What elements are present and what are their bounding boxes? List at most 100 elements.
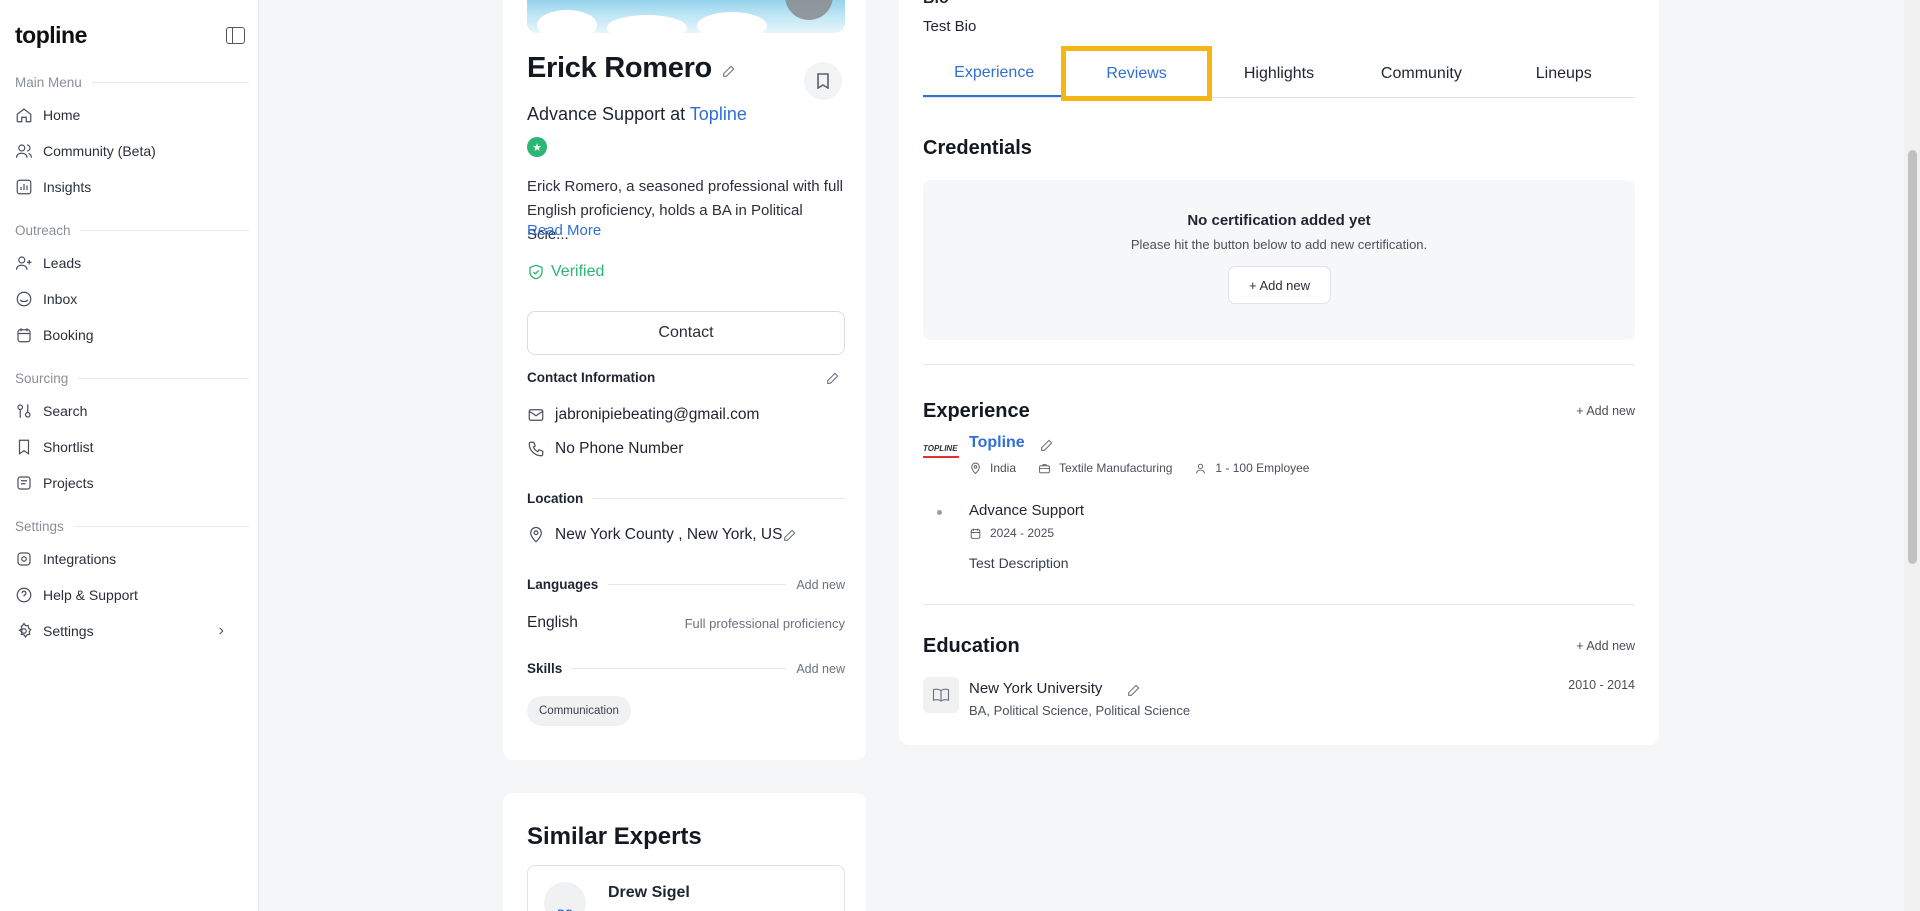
edit-contact-icon[interactable] [825, 370, 841, 386]
shield-check-icon [529, 264, 543, 280]
education-title: Education [923, 635, 1020, 657]
home-icon [15, 106, 33, 124]
integrations-icon [15, 550, 33, 568]
credentials-empty-state: No certification added yet Please hit th… [923, 180, 1635, 340]
add-skill-link[interactable]: Add new [796, 662, 845, 676]
sidebar: topline Main Menu Home Community (Beta) … [0, 0, 259, 911]
verified-status: Verified [527, 263, 604, 281]
divider [923, 604, 1635, 605]
sidebar-item-leads[interactable]: Leads [15, 248, 249, 278]
add-certification-button[interactable]: + Add new [1228, 266, 1331, 304]
briefcase-icon [1039, 463, 1050, 473]
experience-title: Experience [923, 400, 1030, 422]
calendar-icon [970, 528, 981, 539]
folder-icon [15, 474, 33, 492]
sidebar-item-home[interactable]: Home [15, 100, 249, 130]
help-icon [15, 586, 33, 604]
users-icon [15, 142, 33, 160]
play-video-icon[interactable] [785, 0, 833, 20]
section-sourcing: Sourcing [15, 371, 249, 386]
add-education-link[interactable]: + Add new [1576, 639, 1635, 653]
chart-icon [15, 178, 33, 196]
language-row: English Full professional proficiency [527, 614, 845, 631]
email-row: jabronipiebeating@gmail.com [527, 406, 759, 424]
employees-icon [1196, 463, 1206, 473]
mail-icon [528, 409, 544, 421]
sliders-icon [15, 402, 33, 420]
sidebar-item-shortlist[interactable]: Shortlist [15, 432, 249, 462]
edit-location-icon[interactable] [782, 527, 798, 543]
job-dates: 2024 - 2025 [969, 526, 1054, 540]
experience-company[interactable]: Topline [969, 434, 1025, 452]
similar-expert-item[interactable]: DS Drew Sigel [527, 865, 845, 911]
tab-highlights[interactable]: Highlights [1208, 50, 1350, 97]
inbox-icon [15, 290, 33, 308]
languages-heading: Languages Add new [527, 577, 845, 592]
similar-experts-card: Similar Experts DS Drew Sigel [503, 793, 866, 911]
bookmark-button[interactable] [804, 62, 842, 100]
profile-name: Erick Romero [527, 52, 712, 84]
read-more-link[interactable]: Read More [527, 222, 601, 239]
job-description: Test Description [969, 555, 1069, 571]
detail-card: Bio Test Bio Experience Reviews Highligh… [899, 0, 1659, 745]
sidebar-item-settings[interactable]: Settings › [15, 616, 249, 646]
bookmark-icon [817, 73, 829, 89]
section-settings: Settings [15, 519, 249, 534]
sidebar-item-help[interactable]: Help & Support [15, 580, 249, 610]
section-main-menu: Main Menu [15, 75, 249, 90]
no-cert-message: No certification added yet [1187, 212, 1371, 229]
skill-chip: Communication [527, 696, 631, 726]
degree: BA, Political Science, Political Science [969, 703, 1191, 718]
company-logo: TOPLINE [923, 440, 959, 458]
sidebar-item-booking[interactable]: Booking [15, 320, 249, 350]
calendar-icon [15, 326, 33, 344]
add-language-link[interactable]: Add new [796, 578, 845, 592]
expert-badge-icon: ★ [527, 137, 547, 157]
tab-community[interactable]: Community [1350, 50, 1492, 97]
sidebar-item-inbox[interactable]: Inbox [15, 284, 249, 314]
profile-card: Erick Romero Advance Support at Topline … [503, 0, 866, 760]
tab-lineups[interactable]: Lineups [1493, 50, 1635, 97]
phone-row: No Phone Number [527, 440, 683, 458]
bio-heading: Bio [923, 0, 949, 8]
education-years: 2010 - 2014 [1568, 678, 1635, 692]
phone-icon [528, 441, 544, 457]
gear-icon [15, 622, 33, 640]
section-outreach: Outreach [15, 223, 249, 238]
user-plus-icon [15, 254, 33, 272]
edit-education-icon[interactable] [1126, 682, 1142, 698]
contact-info-heading: Contact Information [527, 370, 656, 385]
tab-reviews[interactable]: Reviews [1061, 46, 1212, 101]
sidebar-item-projects[interactable]: Projects [15, 468, 249, 498]
scrollbar-thumb[interactable] [1908, 150, 1917, 564]
brand-logo[interactable]: topline [15, 22, 87, 49]
page-scrollbar[interactable] [1904, 0, 1920, 911]
profile-banner-image [527, 0, 845, 33]
company-link[interactable]: Topline [690, 104, 747, 124]
no-cert-hint: Please hit the button below to add new c… [1130, 237, 1428, 252]
sidebar-toggle-icon[interactable] [226, 27, 245, 44]
map-pin-icon [530, 526, 542, 543]
add-experience-link[interactable]: + Add new [1576, 404, 1635, 418]
tab-experience[interactable]: Experience [923, 50, 1066, 97]
sidebar-item-insights[interactable]: Insights [15, 172, 249, 202]
edit-experience-icon[interactable] [1039, 437, 1055, 453]
edit-name-icon[interactable] [721, 63, 737, 79]
bio-text: Test Bio [923, 18, 977, 35]
skills-heading: Skills Add new [527, 661, 845, 676]
sidebar-item-community[interactable]: Community (Beta) [15, 136, 249, 166]
school-name: New York University [969, 680, 1103, 697]
chevron-right-icon: › [218, 622, 224, 639]
contact-button[interactable]: Contact [527, 311, 845, 355]
divider [923, 364, 1635, 365]
sidebar-item-integrations[interactable]: Integrations [15, 544, 249, 574]
similar-expert-name: Drew Sigel [608, 884, 690, 901]
profile-role: Advance Support at Topline [527, 104, 747, 124]
profile-tabs: Experience Reviews Highlights Community … [923, 46, 1635, 101]
credentials-title: Credentials [923, 137, 1032, 159]
book-icon [923, 677, 959, 713]
map-pin-icon [971, 462, 980, 474]
sidebar-item-search[interactable]: Search [15, 396, 249, 426]
job-title: Advance Support [969, 502, 1085, 519]
location-row: New York County , New York, US [527, 526, 782, 544]
